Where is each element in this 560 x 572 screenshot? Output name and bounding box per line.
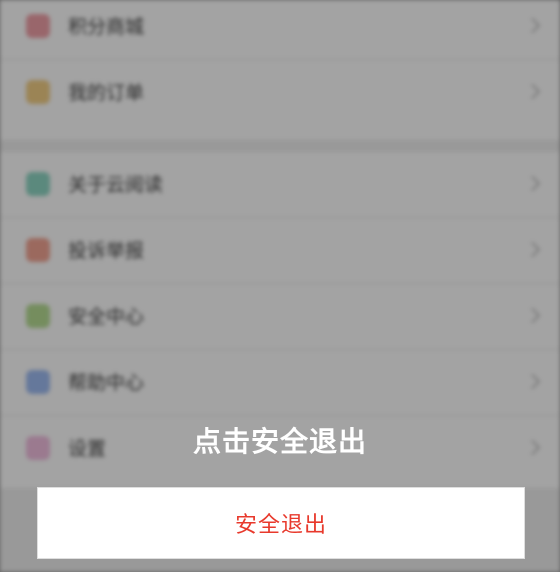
logout-button-label: 安全退出 [234,513,327,538]
dialog-title: 点击安全退出 [192,425,367,458]
logout-button[interactable]: 安全退出 [37,487,525,559]
